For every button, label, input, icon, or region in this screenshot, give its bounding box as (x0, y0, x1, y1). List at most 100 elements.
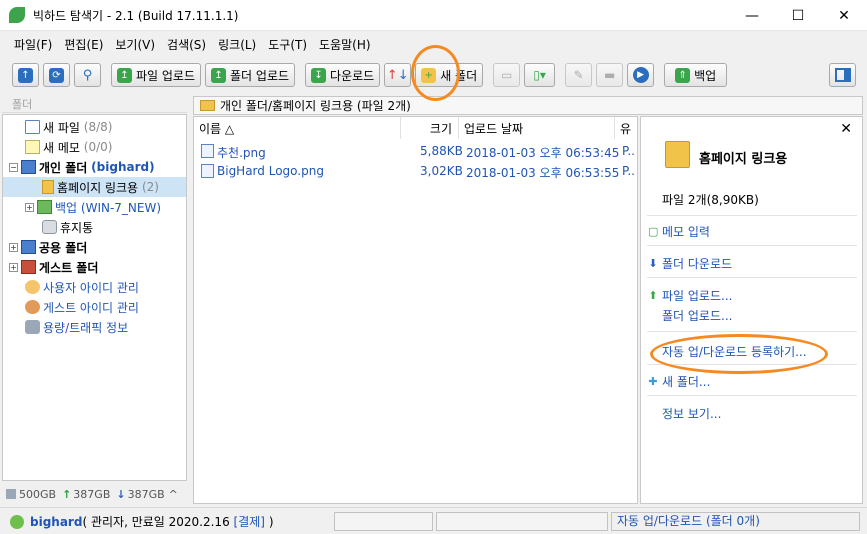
pencil-icon: ✎ (573, 68, 584, 82)
tree-item-new-file[interactable]: 새 파일 (8/8) (25, 117, 112, 137)
breadcrumb[interactable]: 개인 폴더/홈페이지 링크용 (파일 2개) (193, 96, 863, 115)
storage-status: 500GB ↑ 387GB ↓ 387GB ^ (2, 484, 187, 504)
upload-folder-button[interactable]: ↥ 폴더 업로드 (205, 63, 296, 87)
disk-icon (6, 489, 16, 499)
new-folder-icon: + (421, 67, 437, 83)
file-icon (25, 120, 40, 134)
arrow-up-icon: ↑ (18, 67, 33, 83)
menu-link[interactable]: 링크(L) (212, 36, 262, 53)
panel-folder-title: 홈페이지 링크용 (699, 152, 788, 167)
new-document-icon: ▯▾ (533, 68, 546, 82)
memo-icon: ▢ (648, 225, 659, 238)
tree-item-homepage-link[interactable]: 홈페이지 링크용 (2) (3, 177, 186, 197)
upload-arrow-icon: ↑ (62, 487, 72, 501)
up-folder-button[interactable]: ↑ (12, 63, 39, 87)
status-panel-empty (334, 512, 433, 531)
download-icon: ↧ (311, 67, 327, 83)
column-name[interactable]: 이름 △ (194, 117, 401, 139)
auto-transfer-register-link[interactable]: 자동 업/다운로드 등록하기... (648, 343, 807, 360)
download-button[interactable]: ↧ 다운로드 (305, 63, 381, 87)
new-document-button[interactable]: ▯▾ (524, 63, 556, 87)
upload-folder-icon: ↥ (211, 67, 227, 83)
column-size[interactable]: 크기 (401, 117, 459, 139)
menu-view[interactable]: 보기(V) (109, 36, 161, 53)
app-leaf-icon (9, 7, 25, 23)
computer-icon (21, 160, 36, 174)
column-upload-date[interactable]: 업로드 날짜 (459, 117, 615, 139)
guest-user-icon (25, 300, 40, 314)
tree-item-public-folder[interactable]: + 공용 폴더 (9, 237, 87, 257)
collapse-icon[interactable]: − (9, 162, 18, 172)
tree-item-backup[interactable]: + 백업 (WIN-7_NEW) (25, 197, 161, 217)
plus-icon: ✚ (648, 375, 658, 388)
expand-icon[interactable]: + (9, 242, 18, 252)
new-folder-link[interactable]: ✚ 새 폴더... (648, 373, 710, 390)
storage-up: 387GB (73, 487, 111, 501)
file-list: 이름 △ 크기 업로드 날짜 유 추천.png 5,88KB 2018-01-0… (193, 116, 638, 504)
preview-button[interactable]: ▭ (493, 63, 521, 87)
transfer-button[interactable]: ↑↓ (384, 63, 412, 87)
upload-file-button[interactable]: ↥ 파일 업로드 (111, 63, 202, 87)
breadcrumb-path: 개인 폴더/홈페이지 링크용 (파일 2개) (220, 99, 411, 113)
trash-icon (42, 220, 57, 234)
user-status: bighard ( 관리자, 만료일 2020.2.16 [결제] ) (10, 513, 274, 530)
large-folder-icon (665, 141, 690, 168)
memo-input-link[interactable]: ▢ 메모 입력 (648, 223, 710, 240)
file-row[interactable]: 추천.png 5,88KB 2018-01-03 오후 06:53:45 P.. (194, 141, 637, 161)
menu-help[interactable]: 도움말(H) (313, 36, 377, 53)
search-button[interactable]: ⚲ (74, 63, 101, 87)
image-file-icon (201, 144, 214, 158)
user-icon (10, 514, 24, 529)
auto-transfer-status[interactable]: 자동 업/다운로드 (폴더 0개) (611, 512, 860, 531)
status-panel-empty (436, 512, 608, 531)
info-view-link[interactable]: 정보 보기... (648, 405, 721, 422)
refresh-icon: ⟳ (49, 67, 64, 83)
menu-edit[interactable]: 편집(E) (58, 36, 109, 53)
tree-item-trash[interactable]: 휴지통 (42, 217, 93, 237)
tree-item-guest-id-management[interactable]: 게스트 아이디 관리 (25, 297, 139, 317)
search-icon: ⚲ (82, 67, 93, 83)
menu-tools[interactable]: 도구(T) (262, 36, 313, 53)
file-upload-link[interactable]: ⬆ 파일 업로드... (648, 287, 732, 304)
menu-bar: 파일(F) 편집(E) 보기(V) 검색(S) 링크(L) 도구(T) 도움말(… (0, 33, 867, 55)
collapse-status-caret[interactable]: ^ (169, 488, 178, 501)
new-folder-button[interactable]: + 새 폴더 (415, 63, 484, 87)
info-side-panel: ✕ 홈페이지 링크용 파일 2개(8,90KB) ▢ 메모 입력 ⬇ 폴더 다운로드… (640, 116, 863, 504)
refresh-button[interactable]: ⟳ (43, 63, 70, 87)
tree-item-new-memo[interactable]: 새 메모 (0/0) (25, 137, 112, 157)
tree-item-personal-folder[interactable]: − 개인 폴더 (bighard) (9, 157, 155, 177)
upload-arrow-icon: ⬆ (648, 289, 658, 302)
download-arrow-icon: ⬇ (648, 257, 658, 270)
play-button[interactable]: ▶ (627, 63, 655, 87)
file-row[interactable]: BigHard Logo.png 3,02KB 2018-01-03 오후 06… (194, 161, 637, 181)
users-icon (25, 280, 40, 294)
menu-search[interactable]: 검색(S) (161, 36, 212, 53)
folder-download-link[interactable]: ⬇ 폴더 다운로드 (648, 255, 732, 272)
folder-upload-link[interactable]: 폴더 업로드... (648, 307, 732, 324)
edit-button[interactable]: ✎ (565, 63, 593, 87)
backup-button[interactable]: ⇑ 백업 (664, 63, 728, 87)
toggle-panel-button[interactable] (829, 63, 856, 87)
database-icon (25, 320, 40, 334)
minimize-button[interactable]: — (729, 0, 775, 31)
tree-item-user-id-management[interactable]: 사용자 아이디 관리 (25, 277, 139, 297)
expand-icon[interactable]: + (9, 262, 18, 272)
payment-link[interactable]: [결제] (234, 513, 265, 530)
column-type[interactable]: 유 (615, 117, 637, 139)
folder-tree: 새 파일 (8/8) 새 메모 (0/0) − 개인 폴더 (bighard) … (2, 114, 187, 481)
transfer-arrows-icon: ↑↓ (386, 67, 409, 83)
expand-icon[interactable]: + (25, 202, 34, 212)
tree-item-guest-folder[interactable]: + 게스트 폴더 (9, 257, 98, 277)
memo-icon (25, 140, 40, 154)
close-button[interactable]: ✕ (821, 0, 867, 31)
menu-file[interactable]: 파일(F) (8, 36, 58, 53)
status-bar: bighard ( 관리자, 만료일 2020.2.16 [결제] ) 자동 업… (0, 507, 867, 534)
close-panel-icon[interactable]: ✕ (840, 121, 852, 137)
link-button[interactable]: ▬ (596, 63, 624, 87)
toolbar: ↑ ⟳ ⚲ ↥ 파일 업로드 ↥ 폴더 업로드 ↧ 다운로드 ↑↓ + 새 폴더 ▭ ▯… (0, 58, 867, 92)
monitor-icon: ▭ (500, 68, 513, 82)
folder-panel-header: 폴더 (2, 96, 187, 113)
tree-item-usage-info[interactable]: 용량/트래픽 정보 (25, 317, 128, 337)
maximize-button[interactable]: ☐ (775, 0, 821, 31)
backup-folder-icon (37, 200, 52, 214)
